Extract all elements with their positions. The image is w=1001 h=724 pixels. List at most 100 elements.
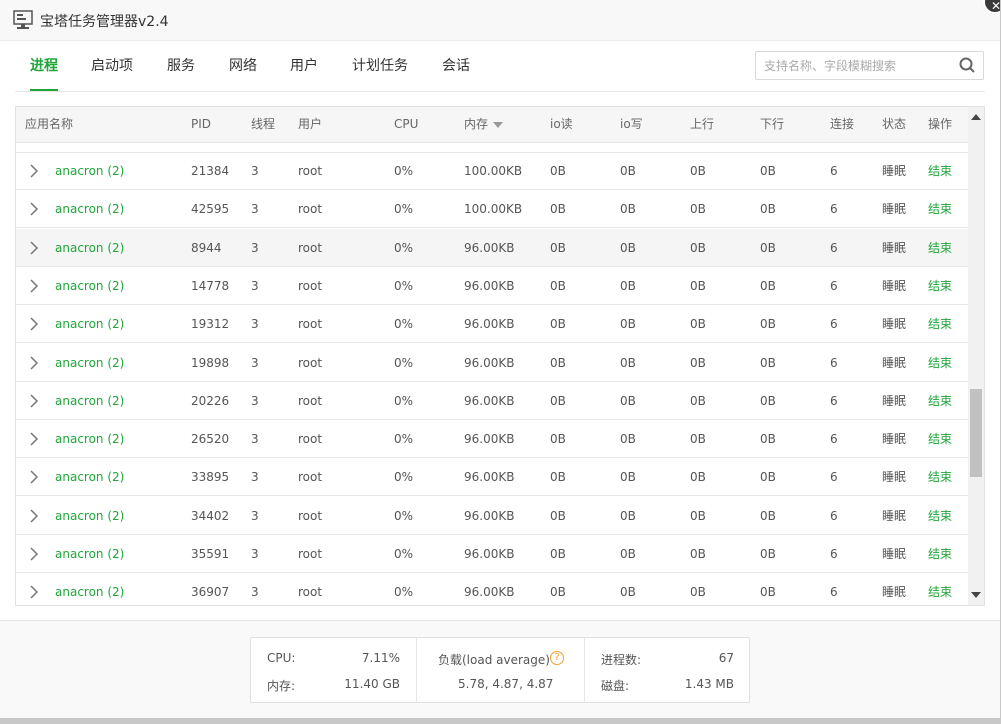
chevron-right-icon[interactable] [28,508,40,524]
tab-network[interactable]: 网络 [229,41,257,90]
row-name[interactable]: anacron (2) [55,420,124,458]
header-name[interactable]: 应用名称 [25,107,73,142]
end-process-button[interactable]: 结束 [928,420,952,458]
end-process-button[interactable]: 结束 [928,573,952,605]
row-pid: 14778 [191,278,230,293]
row-connections: 6 [830,317,838,332]
header-io-write[interactable]: io写 [620,107,643,142]
table-row[interactable]: anacron (2) 19312 3 root 0% 96.00KB 0B 0B 0B 0B 6 睡… [16,305,968,344]
row-user: root [298,508,323,523]
scroll-thumb[interactable] [970,389,982,477]
row-threads: 3 [251,240,259,255]
row-connections: 6 [830,547,838,561]
row-name[interactable]: anacron (2) [55,267,124,305]
chevron-right-icon[interactable] [28,546,40,562]
row-download: 0B [760,278,776,293]
table-row[interactable]: anacron (2) 8944 3 root 0% 96.00KB 0B 0B 0B 0B 6 睡眠… [16,228,968,267]
row-name[interactable]: anacron (2) [55,497,124,535]
end-process-button[interactable]: 结束 [928,267,952,305]
table-row[interactable]: anacron (2) 36907 3 root 0% 96.00KB 0B 0B 0B 0B 6 睡… [16,573,968,605]
table-row[interactable]: anacron (2) 26520 3 root 0% 96.00KB 0B 0B 0B 0B 6 睡… [16,420,968,459]
end-process-button[interactable]: 结束 [928,152,952,190]
chevron-right-icon[interactable] [28,355,40,371]
header-download[interactable]: 下行 [760,107,784,142]
row-name[interactable]: anacron (2) [55,573,124,605]
row-mem: 96.00KB [464,508,515,523]
tab-processes[interactable]: 进程 [30,41,58,91]
table-row[interactable]: anacron (2) 21384 3 root 0% 100.00KB 0B 0B 0B 0B 6… [16,152,968,190]
row-io-read: 0B [550,393,566,408]
row-mem: 96.00KB [464,547,515,561]
chevron-right-icon[interactable] [28,316,40,332]
chevron-right-icon[interactable] [28,278,40,294]
sort-desc-icon [493,121,504,128]
end-process-button[interactable]: 结束 [928,344,952,382]
table-row[interactable]: anacron (2) 34402 3 root 0% 96.00KB 0B 0B 0B 0B 6 睡… [16,497,968,535]
row-user: root [298,393,323,408]
row-name[interactable]: anacron (2) [55,344,124,382]
header-threads[interactable]: 线程 [251,107,275,142]
row-status: 睡眠 [882,432,907,447]
row-io-read: 0B [550,432,566,447]
end-process-button[interactable]: 结束 [928,458,952,496]
search-input[interactable] [756,52,967,79]
header-pid[interactable]: PID [191,107,211,142]
end-process-button[interactable]: 结束 [928,382,952,420]
row-connections: 6 [830,355,838,370]
table-scrollbar[interactable] [968,107,984,605]
search-button[interactable] [953,52,983,79]
table-row[interactable]: anacron (2) 35591 3 root 0% 96.00KB 0B 0B 0B 0B 6 睡… [16,535,968,573]
row-name[interactable]: anacron (2) [55,305,124,343]
tab-users[interactable]: 用户 [290,41,318,90]
scroll-down-icon[interactable] [971,592,981,598]
row-name[interactable]: anacron (2) [55,458,124,496]
scroll-up-icon[interactable] [971,114,981,120]
close-icon: ✕ [990,0,1000,13]
header-connections[interactable]: 连接 [830,107,854,142]
row-pid: 35591 [191,547,230,561]
header-upload[interactable]: 上行 [690,107,714,142]
row-upload: 0B [690,432,706,447]
row-name[interactable]: anacron (2) [55,535,124,573]
table-row[interactable]: anacron (2) 42595 3 root 0% 100.00KB 0B 0B 0B 0B 6… [16,190,968,229]
row-name[interactable]: anacron (2) [55,190,124,228]
chevron-right-icon[interactable] [28,431,40,447]
row-io-write: 0B [620,164,636,178]
chevron-right-icon[interactable] [28,584,40,600]
chevron-right-icon[interactable] [28,393,40,409]
row-name[interactable]: anacron (2) [55,152,124,190]
row-io-write: 0B [620,393,636,408]
header-status[interactable]: 状态 [882,107,906,142]
end-process-button[interactable]: 结束 [928,229,952,267]
chevron-right-icon[interactable] [28,240,40,256]
chevron-right-icon[interactable] [28,469,40,485]
end-process-button[interactable]: 结束 [928,535,952,573]
tab-startup[interactable]: 启动项 [91,41,133,90]
table-row[interactable]: anacron (2) 14778 3 root 0% 96.00KB 0B 0B 0B 0B 6 睡… [16,267,968,305]
tab-services[interactable]: 服务 [167,41,195,90]
table-row[interactable]: anacron (2) 19898 3 root 0% 96.00KB 0B 0B 0B 0B 6 睡… [16,344,968,382]
tab-scheduled-tasks[interactable]: 计划任务 [352,41,408,90]
header-mem[interactable]: 内存 [464,107,504,142]
table-row[interactable]: anacron (2) 20226 3 root 0% 96.00KB 0B 0B 0B 0B 6 睡… [16,382,968,420]
chevron-right-icon[interactable] [28,163,40,179]
row-download: 0B [760,164,776,178]
row-status: 睡眠 [882,164,907,178]
help-icon[interactable]: ? [550,651,564,665]
end-process-button[interactable]: 结束 [928,497,952,535]
row-name[interactable]: anacron (2) [55,382,124,420]
row-download: 0B [760,470,776,485]
header-io-read[interactable]: io读 [550,107,573,142]
end-process-button[interactable]: 结束 [928,305,952,343]
row-user: root [298,240,323,255]
end-process-button[interactable]: 结束 [928,190,952,228]
header-user[interactable]: 用户 [298,107,322,142]
row-cpu: 0% [394,470,414,485]
header-cpu[interactable]: CPU [394,107,418,142]
process-table: 应用名称 PID 线程 用户 CPU 内存 io读 io写 上行 下行 连接 状… [15,106,985,606]
chevron-right-icon[interactable] [28,201,40,217]
tab-sessions[interactable]: 会话 [442,41,470,90]
row-threads: 3 [251,508,259,523]
table-row[interactable]: anacron (2) 33895 3 root 0% 96.00KB 0B 0B 0B 0B 6 睡… [16,458,968,497]
row-name[interactable]: anacron (2) [55,229,124,267]
